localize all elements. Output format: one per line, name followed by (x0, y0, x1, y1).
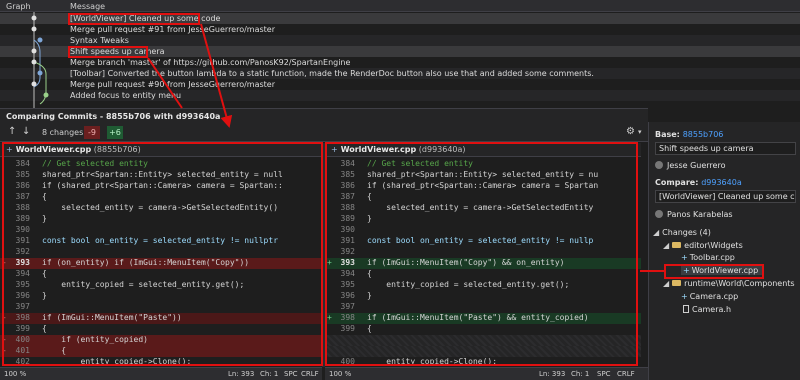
left-status-bar: 100 % Ln: 393 Ch: 1 SPC CRLF (0, 367, 322, 380)
folder-node[interactable]: ◢ editor\Widgets (663, 241, 743, 250)
file-node[interactable]: + Camera.cpp (681, 292, 738, 301)
history-row[interactable]: Merge branch 'master' of https://github.… (0, 57, 800, 68)
history-row[interactable]: Merge pull request #90 from JesseGuerrer… (0, 79, 800, 90)
changes-count: 8 changes (42, 128, 84, 137)
message-column-header[interactable]: Message (70, 2, 105, 11)
line-indicator: Ln: 393 (539, 370, 566, 378)
base-message-field[interactable]: Shift speeds up camera (655, 142, 796, 155)
line-ending-indicator[interactable]: CRLF (301, 370, 319, 378)
annotation-box-commit (68, 46, 148, 58)
file-name: Camera.h (692, 305, 732, 314)
previous-change-icon[interactable]: ↑ (8, 126, 16, 137)
folder-name: editor\Widgets (684, 241, 743, 250)
file-plus-icon: + (681, 253, 688, 262)
commit-graph (31, 12, 49, 108)
chevron-down-icon: ◢ (663, 241, 670, 250)
comparing-title: Comparing Commits - 8855b706 with d99364… (0, 108, 648, 122)
line-indicator: Ln: 393 (228, 370, 255, 378)
folder-node[interactable]: ◢ runtime\World\Components (663, 279, 795, 288)
file-name: Toolbar.cpp (689, 253, 735, 262)
annotation-box-left-pane (2, 142, 323, 366)
spacing-indicator[interactable]: SPC (597, 370, 611, 378)
additions-badge: +6 (107, 126, 123, 139)
avatar (655, 210, 663, 218)
chevron-down-icon: ◢ (663, 279, 670, 288)
file-name: Camera.cpp (689, 292, 739, 301)
base-hash-link[interactable]: 8855b706 (683, 130, 724, 139)
compare-hash-link[interactable]: d993640a (701, 178, 742, 187)
settings-gear-icon[interactable]: ⚙ (626, 126, 635, 137)
annotation-box-file (664, 264, 764, 279)
file-node[interactable]: Camera.h (683, 305, 731, 314)
compare-caption: Compare: (655, 178, 699, 187)
file-plus-icon: + (681, 292, 688, 301)
column-indicator: Ch: 1 (571, 370, 590, 378)
zoom-level[interactable]: 100 % (4, 370, 26, 378)
compare-label: Compare: d993640a (655, 178, 742, 187)
graph-column-header[interactable]: Graph (6, 2, 31, 11)
history-row[interactable]: Added focus to entity menu (0, 90, 800, 101)
chevron-down-icon: ◢ (653, 228, 660, 237)
folder-name: runtime\World\Components (684, 279, 795, 288)
file-icon (683, 305, 689, 313)
avatar (655, 161, 663, 169)
compare-author: Panos Karabelas (655, 210, 733, 219)
column-indicator: Ch: 1 (260, 370, 279, 378)
file-node[interactable]: + Toolbar.cpp (681, 253, 735, 262)
commit-message: Merge branch 'master' of https://github.… (70, 58, 351, 67)
commit-message: [Toolbar] Converted the button lambda to… (70, 69, 594, 78)
commit-message: Merge pull request #91 from JesseGuerrer… (70, 25, 276, 34)
base-author: Jesse Guerrero (655, 161, 725, 170)
annotation-box-commit (68, 13, 200, 25)
commit-details-sidebar: Base: 8855b706 Shift speeds up camera Je… (648, 122, 800, 380)
base-label: Base: 8855b706 (655, 130, 723, 139)
commit-message: Merge pull request #90 from JesseGuerrer… (70, 80, 276, 89)
zoom-level[interactable]: 100 % (329, 370, 351, 378)
history-header: Graph Message (0, 0, 800, 12)
author-name: Panos Karabelas (667, 210, 733, 219)
history-row[interactable]: Syntax Tweaks (0, 35, 800, 46)
base-caption: Base: (655, 130, 680, 139)
spacing-indicator[interactable]: SPC (284, 370, 298, 378)
folder-icon (672, 280, 682, 286)
next-change-icon[interactable]: ↓ (22, 126, 30, 137)
changes-header[interactable]: ◢ Changes (4) (653, 228, 711, 237)
right-status-bar: 100 % Ln: 393 Ch: 1 SPC CRLF (325, 367, 648, 380)
compare-toolbar: ↑ ↓ 8 changes -9 +6 ⚙ ▾ (0, 122, 648, 142)
changes-label: Changes (4) (662, 228, 711, 237)
folder-icon (672, 242, 682, 248)
chevron-down-icon[interactable]: ▾ (638, 128, 642, 136)
annotation-box-right-pane (325, 142, 638, 366)
deletions-badge: -9 (84, 126, 100, 139)
commit-message: Syntax Tweaks (70, 36, 129, 45)
history-row[interactable]: Merge pull request #91 from JesseGuerrer… (0, 24, 800, 35)
commit-message: Added focus to entity menu (70, 91, 182, 100)
history-row[interactable]: [Toolbar] Converted the button lambda to… (0, 68, 800, 79)
author-name: Jesse Guerrero (667, 161, 726, 170)
line-ending-indicator[interactable]: CRLF (617, 370, 635, 378)
compare-message-field[interactable]: [WorldViewer] Cleaned up some code (655, 190, 796, 203)
